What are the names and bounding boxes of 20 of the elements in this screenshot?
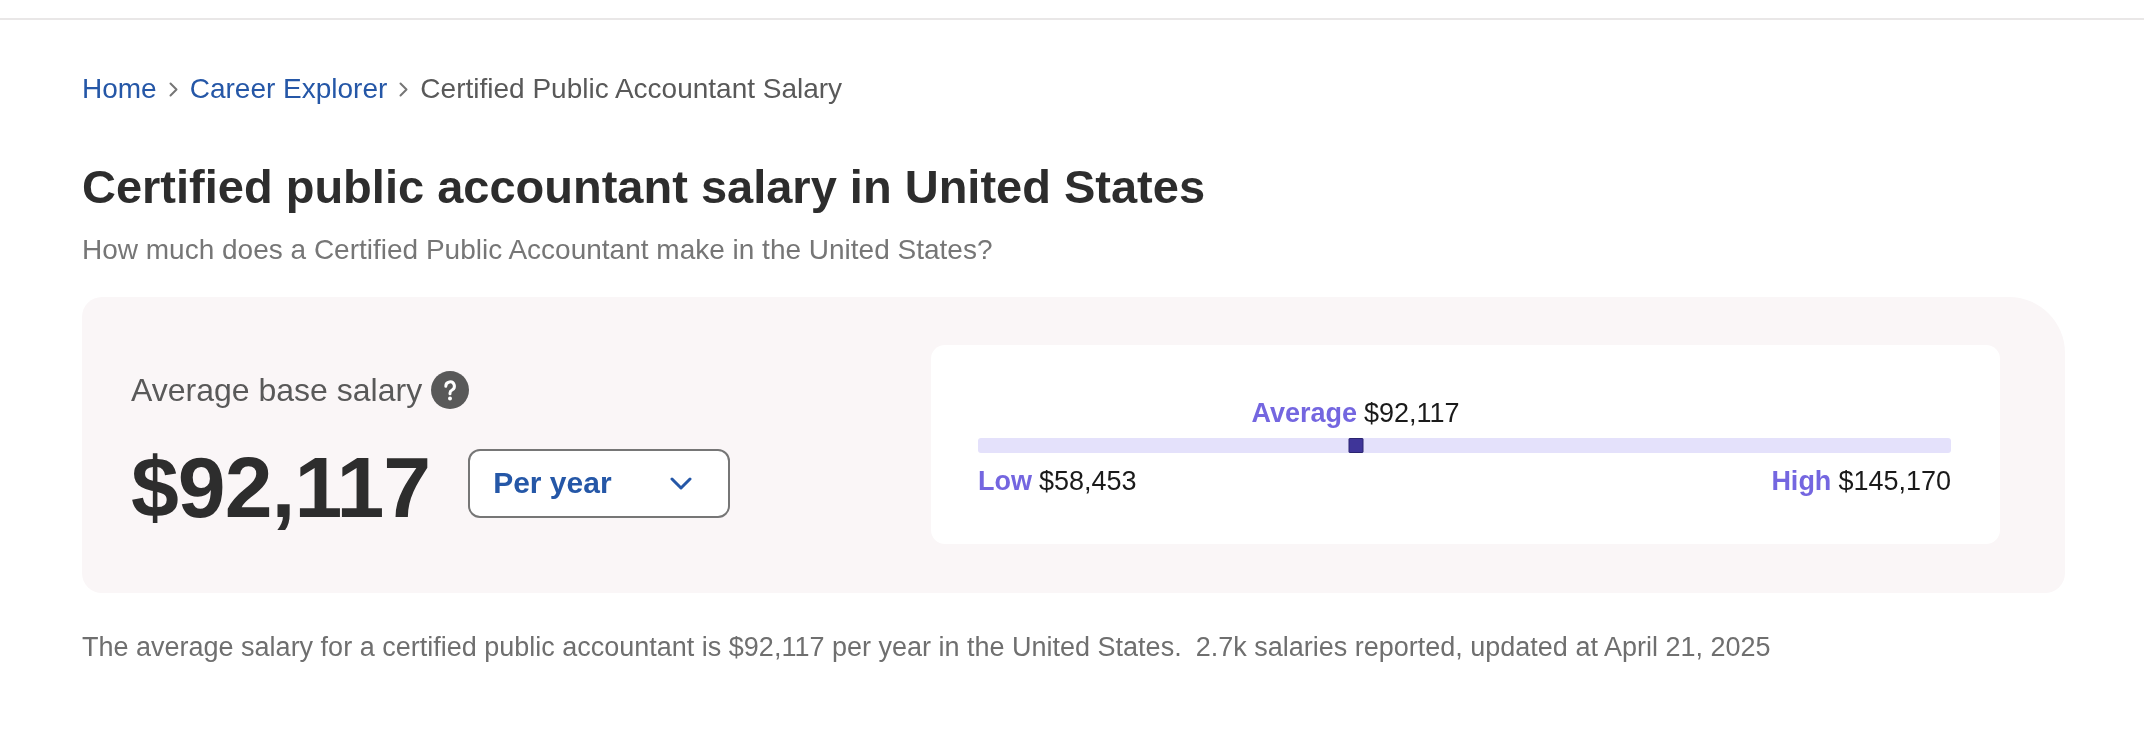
chevron-down-icon — [670, 476, 693, 490]
high-label: High — [1771, 465, 1832, 497]
high-value: $145,170 — [1838, 465, 1951, 497]
breadcrumb-link[interactable]: Home — [82, 72, 157, 106]
salary-stats-text: 2.7k salaries reported, updated at April 21, 2025 — [1195, 631, 1771, 664]
breadcrumb-link[interactable]: Career Explorer — [189, 72, 388, 106]
salary-amount: $92,117 — [131, 442, 431, 532]
low-value: $58,453 — [1039, 465, 1137, 497]
page-title: Certified public accountant salary in United States — [82, 159, 1207, 215]
period-dropdown[interactable]: Per year — [468, 448, 731, 518]
chevron-right-icon — [399, 81, 409, 97]
average-label: Average — [1251, 397, 1357, 429]
help-icon[interactable] — [431, 371, 470, 409]
page-subtitle: How much does a Certified Public Accountant make in the United States? — [82, 233, 994, 267]
chevron-right-icon — [168, 81, 178, 97]
salary-summary-text: The average salary for a certified public accountant is $92,117 per year in the United States. — [82, 631, 1182, 664]
average-value: $92,117 — [1364, 397, 1460, 429]
low-label: Low — [978, 465, 1032, 497]
breadcrumb-current-page: Certified Public Accountant Salary — [420, 72, 843, 106]
average-base-salary-label: Average base salary — [131, 371, 423, 410]
